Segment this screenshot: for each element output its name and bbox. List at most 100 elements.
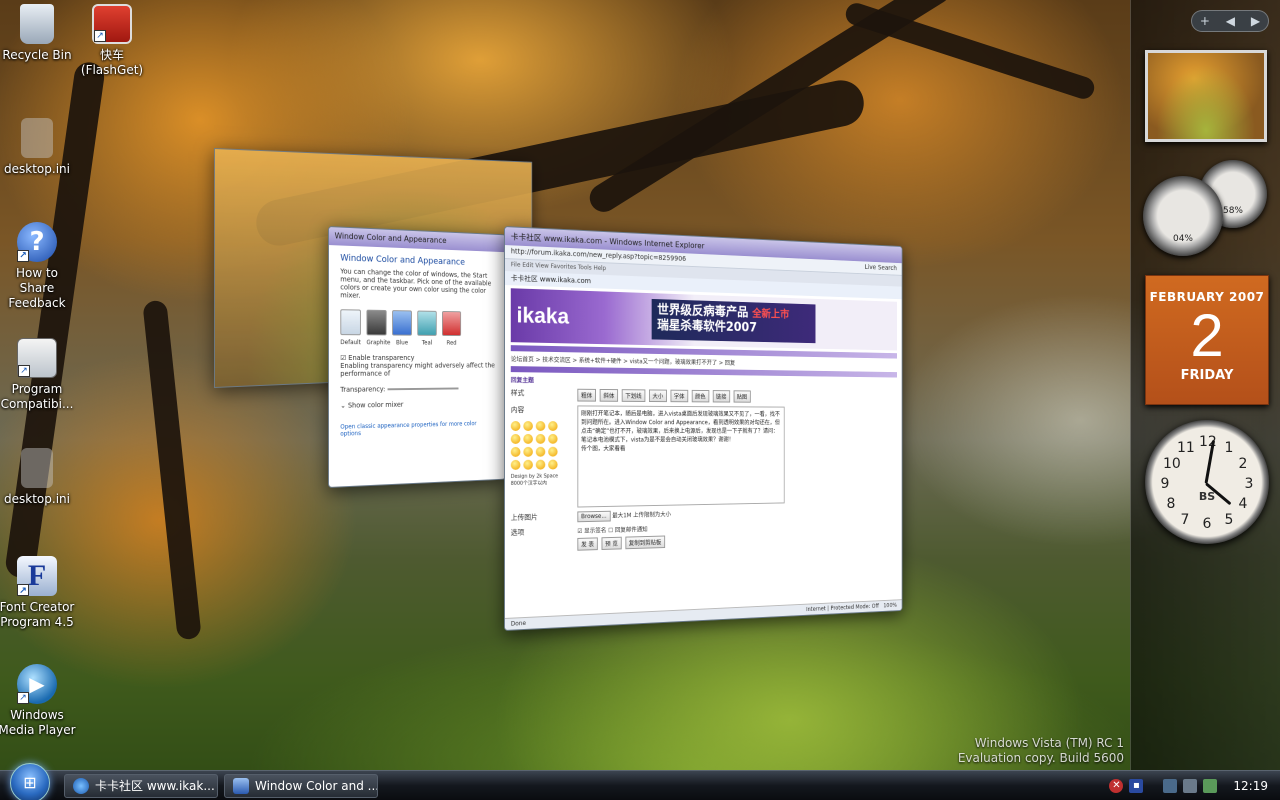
show-color-mixer[interactable]: ⌄ Show color mixer	[340, 399, 495, 410]
swatch-blue[interactable]	[392, 310, 412, 336]
transparency-slider[interactable]	[387, 387, 459, 391]
search-box[interactable]: Live Search	[865, 263, 897, 272]
clock-numeral: 6	[1202, 516, 1212, 532]
sidebar-controls: + ◀ ▶	[1191, 10, 1269, 32]
power-icon[interactable]	[1203, 779, 1218, 793]
clock-gadget[interactable]: 12 1 2 3 4 5 6 7 8 9 10 11 BS	[1145, 420, 1269, 544]
clock-time[interactable]: 12:19	[1233, 779, 1268, 793]
desktop-icon-share-feedback[interactable]: ? ↗ How to Share Feedback	[0, 222, 77, 311]
shortcut-arrow-icon: ↗	[17, 584, 29, 596]
system-tray: ✕ ▪ 12:19	[1099, 771, 1280, 800]
status-text: Done	[510, 619, 526, 628]
calendar-gadget[interactable]: FEBRUARY 2007 2 FRIDAY	[1145, 275, 1269, 405]
taskbar-item-window-color[interactable]: Window Color and ...	[224, 773, 378, 798]
section-title: 回复主题	[510, 377, 534, 385]
shortcut-arrow-icon: ↗	[94, 30, 106, 42]
editor-toolbar: 粗体 斜体 下划线 大小 字体 颜色 链接 贴图	[577, 388, 752, 403]
ikaka-logo[interactable]: ikaka	[517, 302, 569, 329]
security-zone: Internet | Protected Mode: Off	[806, 603, 879, 613]
calendar-day: 2	[1190, 302, 1224, 369]
network-icon[interactable]	[1163, 779, 1178, 793]
wallpaper-branch	[842, 0, 1098, 102]
swatch-label: Red	[446, 339, 457, 347]
calendar-weekday: FRIDAY	[1180, 368, 1234, 383]
shortcut-arrow-icon: ↗	[17, 250, 29, 262]
desktop-icon-label: desktop.ini	[4, 162, 70, 176]
next-gadget-icon[interactable]: ▶	[1251, 14, 1260, 28]
taskbar-item-label: 卡卡社区 www.ikak...	[95, 779, 215, 793]
clock-numeral: 1	[1224, 440, 1234, 456]
copy-clipboard-button[interactable]: 复制到剪贴板	[625, 535, 665, 550]
content-label: 内容	[510, 406, 525, 415]
language-bar-icon[interactable]: ▪	[1129, 779, 1144, 793]
desktop-icon-flashget[interactable]: ↗ 快车 (FlashGet)	[72, 4, 152, 78]
emoticon-panel[interactable]	[510, 421, 578, 470]
security-alert-icon[interactable]: ✕	[1109, 779, 1124, 793]
link-button[interactable]: 链接	[712, 390, 730, 403]
italic-button[interactable]: 斜体	[599, 388, 619, 402]
upload-label: 上传图片	[510, 513, 538, 522]
options-label: 选项	[510, 528, 525, 537]
post-content-textarea[interactable]: 刚刚打开笔记本，随后是电脑，进入vista桌面后发现玻璃效果又不见了，一看，找不…	[577, 405, 785, 508]
preview-button[interactable]: 预 览	[601, 536, 622, 550]
size-select[interactable]: 大小	[648, 389, 667, 403]
desktop-icon-media-player[interactable]: ▶ ↗ Windows Media Player	[0, 664, 77, 738]
swatch-teal[interactable]	[417, 310, 437, 336]
browse-button[interactable]: Browse...	[577, 510, 611, 523]
taskbar: ⊞ 卡卡社区 www.ikak... Window Color and ... …	[0, 762, 1280, 800]
clock-numeral: 11	[1177, 440, 1195, 456]
transparency-warning: Enabling transparency might adversely af…	[340, 361, 495, 378]
clock-numeral: 10	[1163, 456, 1181, 472]
show-signature-checkbox[interactable]: ☑ 显示签名	[577, 527, 606, 535]
clock-numeral: 5	[1224, 512, 1234, 528]
flip3d-ie-window[interactable]: 卡卡社区 www.ikaka.com - Windows Internet Ex…	[504, 226, 903, 631]
swatch-label: Teal	[421, 339, 433, 347]
swatch-graphite[interactable]	[366, 309, 387, 336]
volume-icon[interactable]	[1183, 779, 1198, 793]
desktop-icon-desktop-ini[interactable]: desktop.ini	[0, 118, 77, 177]
notify-checkbox[interactable]: ☐ 回复邮件通知	[608, 526, 647, 534]
flashget-icon: ↗	[92, 4, 132, 44]
zoom-level[interactable]: 100%	[883, 602, 897, 609]
desktop-icon-recycle-bin[interactable]: Recycle Bin	[0, 4, 77, 63]
submit-button[interactable]: 发 表	[577, 537, 598, 551]
swatch-label: Graphite	[366, 339, 391, 347]
classic-appearance-link[interactable]: Open classic appearance properties for m…	[340, 420, 495, 437]
clock-numeral: 2	[1238, 456, 1248, 472]
cc-description: You can change the color of windows, the…	[340, 267, 492, 300]
desktop-icon-label: Recycle Bin	[2, 48, 72, 62]
color-select[interactable]: 颜色	[691, 389, 710, 403]
ini-file-icon	[21, 448, 53, 488]
desktop-icon-label: desktop.ini	[4, 492, 70, 506]
taskbar-item-ie[interactable]: 卡卡社区 www.ikak...	[64, 773, 218, 798]
desktop-icon-font-creator[interactable]: F ↗ Font Creator Program 4.5	[0, 556, 77, 630]
status-bar: Done Internet | Protected Mode: Off 100%	[504, 599, 902, 630]
desktop-icon-label: How to Share Feedback	[8, 266, 66, 310]
image-button[interactable]: 贴图	[733, 390, 751, 403]
desktop-icon-label: Program Compatibi...	[0, 382, 74, 411]
color-swatches	[340, 309, 495, 337]
font-creator-icon: F ↗	[17, 556, 57, 596]
compatibility-icon: ↗	[17, 338, 57, 378]
underline-button[interactable]: 下划线	[621, 389, 646, 402]
swatch-default[interactable]	[340, 309, 361, 336]
cpu-meter-gadget[interactable]: 04%	[1143, 176, 1223, 256]
prev-gadget-icon[interactable]: ◀	[1226, 14, 1235, 28]
recycle-bin-icon	[20, 4, 54, 44]
evaluation-watermark: Windows Vista (TM) RC 1 Evaluation copy.…	[957, 736, 1124, 765]
add-gadget-icon[interactable]: +	[1200, 14, 1210, 28]
desktop-icon-desktop-ini-2[interactable]: desktop.ini	[0, 448, 77, 507]
help-icon: ? ↗	[17, 222, 57, 262]
rising-advert[interactable]: 世界级反病毒产品 全新上市 瑞星杀毒软件2007	[651, 298, 816, 344]
slideshow-gadget[interactable]	[1145, 50, 1267, 142]
start-button[interactable]: ⊞	[10, 762, 50, 800]
windows-sidebar: + ◀ ▶ 58% 04% FEBRUARY 2007 2 FRIDAY 12 …	[1130, 0, 1280, 770]
shortcut-arrow-icon: ↗	[17, 692, 29, 704]
swatch-red[interactable]	[441, 310, 462, 337]
wallpaper-trunk	[142, 299, 202, 641]
bold-button[interactable]: 粗体	[577, 388, 596, 402]
flip3d-window-color-appearance[interactable]: Window Color and Appearance Window Color…	[328, 226, 506, 488]
font-select[interactable]: 字体	[670, 389, 689, 403]
desktop-icon-program-compat[interactable]: ↗ Program Compatibi...	[0, 338, 77, 412]
control-panel-icon	[233, 777, 249, 794]
